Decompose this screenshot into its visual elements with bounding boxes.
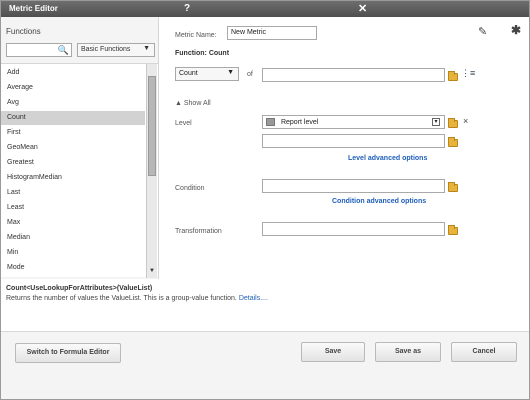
function-list: Add Average Avg Count First GeoMean Grea… — [1, 63, 158, 278]
category-select[interactable]: Basic Functions ▼ — [77, 43, 155, 57]
count-select[interactable]: Count ▼ — [175, 67, 239, 81]
details-link[interactable]: Details.... — [239, 295, 268, 302]
metric-name-field[interactable]: New Metric — [227, 26, 317, 40]
list-item[interactable]: HistogramMedian — [1, 171, 145, 185]
show-all-label: Show All — [183, 100, 211, 107]
count-select-value: Count — [179, 70, 198, 77]
level-picker-icon[interactable]: ▾ — [432, 118, 440, 126]
level-second-field[interactable] — [262, 134, 445, 148]
switch-to-formula-editor-button[interactable]: Switch to Formula Editor — [15, 343, 121, 363]
button-bar: Switch to Formula Editor Save Save as Ca… — [1, 331, 529, 399]
folder-icon[interactable] — [448, 182, 458, 192]
save-button[interactable]: Save — [301, 342, 365, 362]
help-icon[interactable]: ? — [184, 3, 190, 14]
list-icon[interactable]: ⋮≡ — [461, 68, 475, 79]
functions-panel: Functions 🔍 Basic Functions ▼ Add Averag… — [1, 17, 159, 279]
condition-label: Condition — [175, 185, 205, 192]
list-item[interactable]: Min — [1, 246, 145, 260]
description-text: Returns the number of values the ValueLi… — [6, 295, 237, 302]
remove-icon[interactable]: × — [463, 116, 468, 126]
list-item[interactable]: Mode — [1, 261, 145, 275]
list-item[interactable]: First — [1, 126, 145, 140]
metric-name-label: Metric Name: — [175, 32, 217, 39]
level-advanced-options-link[interactable]: Level advanced options — [348, 155, 427, 162]
metric-editor-dialog: Metric Editor ? ✕ Functions 🔍 Basic Func… — [0, 0, 530, 400]
scroll-down-icon[interactable]: ▼ — [148, 268, 156, 276]
editor-panel: Metric Name: New Metric ✎ ✱ Function: Co… — [159, 17, 529, 279]
level-value: Report level — [280, 118, 319, 126]
function-description-text: Returns the number of values the ValueLi… — [6, 295, 526, 302]
list-item[interactable]: Least — [1, 201, 145, 215]
edit-icon[interactable]: ✎ — [478, 25, 487, 38]
show-all-toggle[interactable]: ▲ Show All — [175, 100, 211, 107]
condition-advanced-options-link[interactable]: Condition advanced options — [332, 198, 426, 205]
list-item[interactable]: Average — [1, 81, 145, 95]
dialog-title: Metric Editor — [9, 4, 58, 13]
folder-icon[interactable] — [448, 225, 458, 235]
function-search-input[interactable]: 🔍 — [6, 43, 72, 57]
condition-field[interactable] — [262, 179, 445, 193]
cancel-button[interactable]: Cancel — [451, 342, 517, 362]
level-field[interactable]: Report level ▾ — [262, 115, 445, 129]
chevron-down-icon: ▼ — [227, 69, 234, 76]
chevron-down-icon: ▼ — [143, 45, 150, 52]
list-item[interactable]: Median — [1, 231, 145, 245]
function-heading: Function: Count — [175, 50, 230, 57]
list-item[interactable]: Avg — [1, 96, 145, 110]
category-select-value: Basic Functions — [81, 46, 131, 53]
list-item[interactable]: Greatest — [1, 156, 145, 170]
transformation-label: Transformation — [175, 228, 222, 235]
report-icon — [266, 118, 275, 126]
save-as-button[interactable]: Save as — [375, 342, 441, 362]
list-item[interactable]: GeoMean — [1, 141, 145, 155]
folder-icon[interactable] — [448, 71, 458, 81]
level-label: Level — [175, 120, 192, 127]
list-scrollbar[interactable]: ▼ — [146, 64, 157, 278]
function-signature: Count<UseLookupForAttributes>(ValueList) — [6, 285, 153, 292]
folder-icon[interactable] — [448, 118, 458, 128]
close-icon[interactable]: ✕ — [358, 2, 367, 15]
function-description: Count<UseLookupForAttributes>(ValueList)… — [6, 285, 526, 302]
functions-label: Functions — [6, 27, 41, 36]
search-icon[interactable]: 🔍 — [58, 45, 69, 56]
list-item[interactable]: Max — [1, 216, 145, 230]
list-item[interactable]: Last — [1, 186, 145, 200]
title-bar[interactable]: Metric Editor ? ✕ — [1, 1, 529, 17]
list-item-selected[interactable]: Count — [1, 111, 145, 125]
of-field[interactable] — [262, 68, 445, 82]
of-label: of — [247, 71, 253, 78]
folder-icon[interactable] — [448, 137, 458, 147]
transformation-field[interactable] — [262, 222, 445, 236]
scrollbar-thumb[interactable] — [148, 76, 156, 176]
options-icon[interactable]: ✱ — [511, 23, 521, 37]
list-item[interactable]: Add — [1, 66, 145, 80]
